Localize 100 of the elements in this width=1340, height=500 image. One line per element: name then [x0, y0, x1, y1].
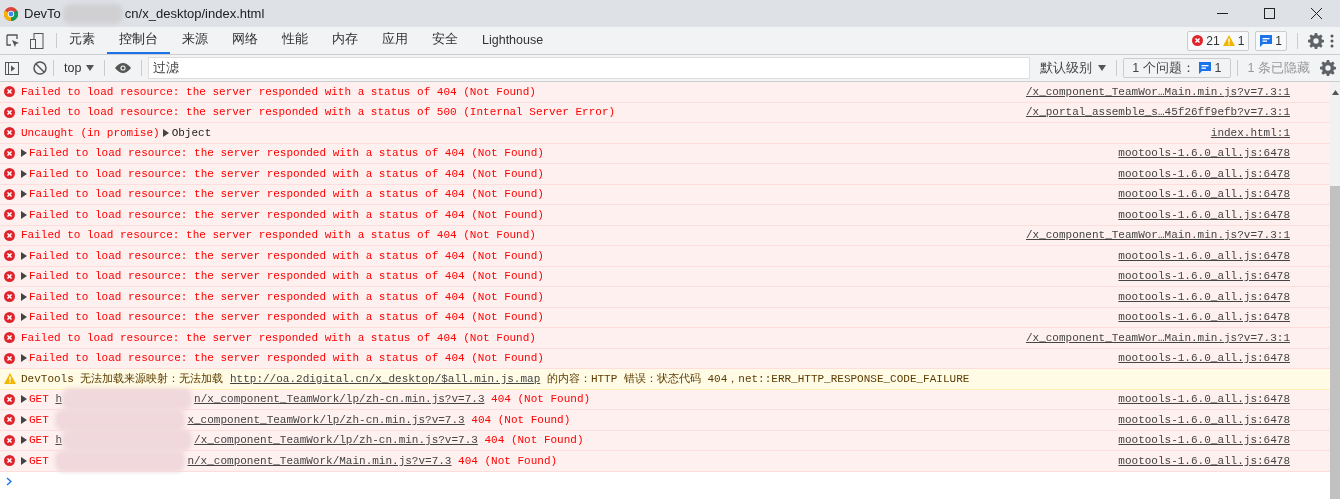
source-link[interactable]: mootools-1.6.0_all.js:6478 [1118, 188, 1290, 201]
expand-arrow-icon[interactable] [162, 128, 169, 137]
source-link[interactable]: mootools-1.6.0_all.js:6478 [1118, 352, 1290, 365]
source-link[interactable]: mootools-1.6.0_all.js:6478 [1118, 454, 1290, 467]
error-icon [4, 127, 15, 139]
source-link[interactable]: mootools-1.6.0_all.js:6478 [1118, 147, 1290, 160]
log-message: Failed to load resource: the server responded with a status of 404 (Not Found) [29, 311, 544, 324]
request-url[interactable]: x_component_TeamWork/lp/zh-cn.min.js?v=7.3 [187, 413, 465, 426]
more-options-icon[interactable] [1330, 33, 1334, 48]
issues-counter[interactable]: 1 [1255, 30, 1287, 51]
log-message: Failed to load resource: the server responded with a status of 404 (Not Found) [29, 290, 544, 303]
log-message: Failed to load resource: the server responded with a status of 500 (Internal Server Error) [21, 106, 616, 119]
log-message: Failed to load resource: the server responded with a status of 404 (Not Found) [29, 188, 544, 201]
error-icon [4, 414, 15, 426]
expand-arrow-icon[interactable] [21, 190, 27, 199]
expand-arrow-icon[interactable] [21, 169, 27, 178]
sidebar-toggle-icon[interactable] [5, 61, 19, 75]
log-message: Failed to load resource: the server responded with a status of 404 (Not Found) [29, 208, 544, 221]
error-icon [4, 106, 15, 118]
context-selector[interactable]: top [60, 61, 99, 75]
panel-tab[interactable]: 应用 [370, 27, 420, 54]
expand-arrow-icon[interactable] [21, 415, 27, 424]
close-icon[interactable] [1311, 8, 1322, 19]
log-message: Failed to load resource: the server responded with a status of 404 (Not Found) [29, 270, 544, 283]
source-link[interactable]: mootools-1.6.0_all.js:6478 [1118, 311, 1290, 324]
panel-tab[interactable]: 网络 [220, 27, 270, 54]
request-url[interactable]: /x_component_TeamWork/lp/zh-cn.min.js?v=7.3 [194, 434, 478, 447]
expand-arrow-icon[interactable] [21, 436, 27, 445]
expand-arrow-icon[interactable] [21, 456, 27, 465]
source-link[interactable]: /x_portal_assemble_s…45f26ff9efb?v=7.3:1 [1025, 106, 1290, 119]
expand-arrow-icon[interactable] [21, 395, 27, 404]
expand-arrow-icon[interactable] [21, 210, 27, 219]
source-link[interactable]: mootools-1.6.0_all.js:6478 [1118, 167, 1290, 180]
source-link[interactable]: mootools-1.6.0_all.js:6478 [1118, 434, 1290, 447]
inspect-element-icon[interactable] [6, 33, 20, 48]
caret-icon [86, 65, 95, 71]
panel-tab[interactable]: 内存 [320, 27, 370, 54]
source-link[interactable]: mootools-1.6.0_all.js:6478 [1118, 270, 1290, 283]
prompt-chevron-icon[interactable] [6, 477, 12, 486]
source-link[interactable]: /x_component_TeamWor…Main.min.js?v=7.3:1 [1025, 85, 1290, 98]
expand-arrow-icon[interactable] [21, 149, 27, 158]
maximize-icon[interactable] [1264, 8, 1275, 19]
error-icon [4, 147, 15, 159]
error-icon [4, 291, 15, 303]
source-link[interactable]: mootools-1.6.0_all.js:6478 [1118, 413, 1290, 426]
error-icon [4, 168, 15, 180]
error-warning-counter[interactable]: 21 1 [1187, 30, 1250, 51]
message-icon [1198, 62, 1211, 74]
warning-icon [4, 373, 16, 385]
log-message: Failed to load resource: the server responded with a status of 404 (Not Found) [21, 229, 536, 242]
source-link[interactable]: /x_component_TeamWor…Main.min.js?v=7.3:1 [1025, 331, 1290, 344]
expand-arrow-icon[interactable] [21, 251, 27, 260]
panel-tab[interactable]: 安全 [420, 27, 470, 54]
issues-button[interactable]: 1 个问题： 1 [1123, 58, 1231, 78]
scroll-up-arrow-icon[interactable] [1331, 90, 1339, 95]
log-message: GET n/x_component_TeamWork/Main.min.js?v=7.3 404 (Not Found) [29, 449, 558, 472]
source-link[interactable]: mootools-1.6.0_all.js:6478 [1118, 208, 1290, 221]
source-link[interactable]: mootools-1.6.0_all.js:6478 [1118, 393, 1290, 406]
log-message: Failed to load resource: the server responded with a status of 404 (Not Found) [29, 352, 544, 365]
request-url[interactable]: h [55, 393, 63, 406]
error-icon [4, 270, 15, 282]
scrollbar[interactable] [1330, 82, 1340, 499]
source-link[interactable]: mootools-1.6.0_all.js:6478 [1118, 290, 1290, 303]
request-url[interactable]: n/x_component_TeamWork/lp/zh-cn.min.js?v=7.3 [194, 393, 485, 406]
settings-icon[interactable] [1308, 32, 1324, 49]
log-message: Failed to load resource: the server responded with a status of 404 (Not Found) [29, 147, 544, 160]
browser-logo-icon [4, 6, 18, 21]
log-message: DevTools 无法加载来源映射：无法加载 http://oa.2digital.cn/x_desktop/$all.min.js.map 的内容：HTTP 错误：状态代码 404，net::ERR_HTTP_RESPONSE_CODE_FAILURE [21, 372, 970, 387]
log-message: Failed to load resource: the server responded with a status of 404 (Not Found) [21, 85, 536, 98]
window-title: cn/x_desktop/index.html [124, 6, 265, 21]
log-message: GET h /x_component_TeamWork/lp/zh-cn.min.js?v=7.3 404 (Not Found) [29, 429, 584, 452]
error-icon [4, 86, 15, 98]
device-toolbar-icon[interactable] [30, 32, 44, 49]
request-url[interactable]: n/x_component_TeamWork/Main.min.js?v=7.3 [187, 454, 452, 467]
eye-icon[interactable] [115, 63, 132, 73]
window-title: DevTo [24, 6, 61, 21]
error-icon [4, 188, 15, 200]
error-icon [4, 209, 15, 221]
expand-arrow-icon[interactable] [21, 354, 27, 363]
source-link[interactable]: index.html:1 [1210, 126, 1290, 139]
expand-arrow-icon[interactable] [21, 313, 27, 322]
filter-field[interactable]: 过滤 [148, 57, 1031, 79]
error-icon [4, 393, 15, 405]
source-map-link[interactable]: http://oa.2digital.cn/x_desktop/$all.min.js.map [230, 373, 541, 386]
panel-tab[interactable]: Lighthouse [470, 27, 556, 54]
expand-arrow-icon[interactable] [21, 292, 27, 301]
panel-tab[interactable]: 来源 [170, 27, 220, 54]
panel-tab[interactable]: 性能 [270, 27, 320, 54]
log-level-dropdown[interactable]: 默认级别 [1036, 59, 1111, 77]
error-icon [4, 332, 15, 344]
caret-icon [1098, 65, 1107, 71]
clear-console-icon[interactable] [33, 61, 47, 75]
log-message: Failed to load resource: the server responded with a status of 404 (Not Found) [29, 249, 544, 262]
source-link[interactable]: /x_component_TeamWor…Main.min.js?v=7.3:1 [1025, 229, 1290, 242]
source-link[interactable]: mootools-1.6.0_all.js:6478 [1118, 249, 1290, 262]
panel-tab[interactable]: 元素 [57, 27, 107, 54]
settings-icon[interactable] [1320, 60, 1336, 76]
object-preview[interactable]: Object [171, 126, 212, 139]
expand-arrow-icon[interactable] [21, 272, 27, 281]
request-url[interactable]: h [55, 434, 63, 447]
